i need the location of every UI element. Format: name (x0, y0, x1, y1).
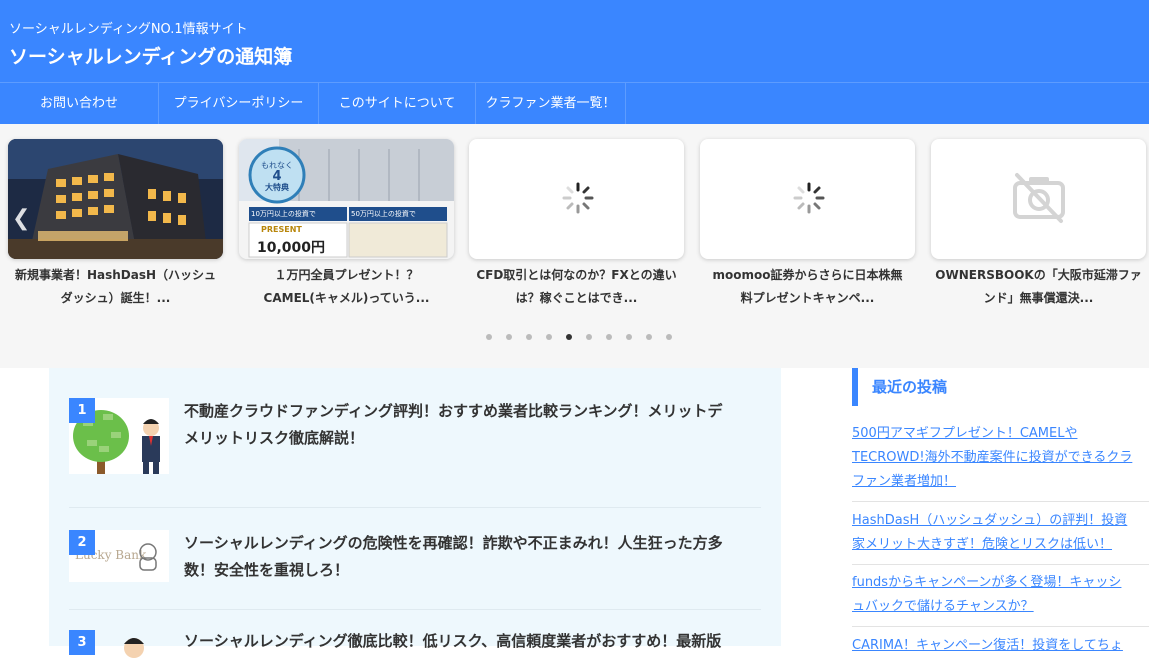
chevron-right-icon[interactable]: ❯ (1124, 206, 1142, 231)
ranking-item-3[interactable]: 3 ソーシャルレンディング徹底比較！低リスク、高信頼度業者がおすすめ！最新版 (69, 620, 761, 660)
carousel-dot[interactable] (606, 334, 612, 340)
carousel-dot[interactable] (626, 334, 632, 340)
loading-spinner-icon (562, 182, 594, 214)
sidebar-heading: 最近の投稿 (852, 368, 1149, 406)
carousel-dot[interactable] (506, 334, 512, 340)
carousel-dot[interactable] (586, 334, 592, 340)
no-image-icon (1013, 173, 1065, 223)
ranking-item-2[interactable]: Lucky Bank 2 ソーシャルレンディングの危険性を再確認！詐欺や不正まみ… (69, 518, 761, 610)
recent-post-link-4[interactable]: CARIMA！キャンペーン復活！投資をしてちょ (852, 634, 1149, 665)
loading-spinner-icon (793, 182, 825, 214)
carousel-card-2[interactable]: もれなく 4 大特典 10万円以上の投資で 50万円以上の投資で PRESENT… (239, 139, 454, 259)
card-2-banner-right: 50万円以上の投資で (351, 210, 416, 218)
carousel-dot[interactable] (486, 334, 492, 340)
carousel-dot[interactable] (666, 334, 672, 340)
nav-item-contact[interactable]: お問い合わせ (0, 83, 159, 124)
carousel-caption-5[interactable]: OWNERSBOOKの「大阪市延滞ファ ンド」無事償還決... (931, 264, 1146, 310)
carousel-card-3[interactable] (469, 139, 684, 259)
rank-badge: 1 (69, 398, 95, 423)
site-header: ソーシャルレンディングNO.1情報サイト ソーシャルレンディングの通知簿 (0, 0, 1149, 82)
recent-post-link-1[interactable]: 500円アマギフプレゼント！CAMELや TECROWD!海外不動産案件に投資が… (852, 422, 1149, 502)
card-2-badge: もれなく 4 大特典 (261, 161, 293, 192)
ranking-title-2[interactable]: ソーシャルレンディングの危険性を再確認！詐欺や不正まみれ！人生狂った方多 数！安… (184, 530, 764, 584)
card-2-amount: 10,000円 (257, 240, 326, 256)
ranking-thumb-3[interactable]: 3 (69, 630, 169, 670)
ranking-thumb-1[interactable]: 1 (69, 398, 169, 474)
nav-item-about[interactable]: このサイトについて (319, 83, 476, 124)
nav-item-crowdfunding-list[interactable]: クラファン業者一覧！ (476, 83, 626, 124)
rank-badge: 3 (69, 630, 95, 655)
carousel-pagination (486, 334, 686, 340)
carousel-card-4[interactable] (700, 139, 915, 259)
carousel-caption-1[interactable]: 新規事業者！HashDasH（ハッシュ ダッシュ）誕生！... (8, 264, 223, 310)
carousel-caption-2[interactable]: １万円全員プレゼント！？ CAMEL(キャメル)っていう... (239, 264, 454, 310)
card-1-photo (8, 139, 223, 259)
ranking-panel: 1 不動産クラウドファンディング評判！おすすめ業者比較ランキング！メリットデ メ… (49, 368, 781, 658)
ranking-thumb-2[interactable]: Lucky Bank 2 (69, 530, 169, 582)
carousel-dot[interactable] (646, 334, 652, 340)
carousel-dot-active[interactable] (566, 334, 572, 340)
ranking-title-3[interactable]: ソーシャルレンディング徹底比較！低リスク、高信頼度業者がおすすめ！最新版 (184, 628, 764, 655)
card-2-banner-left: 10万円以上の投資で (251, 210, 316, 218)
recent-post-link-3[interactable]: fundsからキャンペーンが多く登場！キャッシ ュバックで儲けるチャンスか？ (852, 571, 1149, 627)
carousel-card-5[interactable] (931, 139, 1146, 259)
carousel-caption-4[interactable]: moomoo証券からさらに日本株無 料プレゼントキャンペ... (700, 264, 915, 310)
carousel-dot[interactable] (526, 334, 532, 340)
ranking-title-1[interactable]: 不動産クラウドファンディング評判！おすすめ業者比較ランキング！メリットデ メリッ… (184, 398, 764, 452)
ranking-item-1[interactable]: 1 不動産クラウドファンディング評判！おすすめ業者比較ランキング！メリットデ メ… (69, 398, 761, 508)
global-nav: お問い合わせ プライバシーポリシー このサイトについて クラファン業者一覧！ (0, 82, 1149, 124)
card-2-present-label: PRESENT (261, 225, 302, 234)
carousel-dot[interactable] (546, 334, 552, 340)
recent-post-link-2[interactable]: HashDasH（ハッシュダッシュ）の評判！投資 家メリット大きすぎ！危険とリス… (852, 509, 1149, 565)
featured-carousel: ❮ 新規事業者！HashDasH（ハッシュ ダッシュ）誕生！... もれなく 4… (0, 124, 1149, 368)
chevron-left-icon[interactable]: ❮ (12, 206, 30, 231)
rank-badge: 2 (69, 530, 95, 555)
carousel-caption-3[interactable]: CFD取引とは何なのか？FXとの違い は？稼ぐことはでき... (469, 264, 684, 310)
carousel-card-1[interactable] (8, 139, 223, 259)
nav-item-privacy-policy[interactable]: プライバシーポリシー (159, 83, 319, 124)
site-tagline: ソーシャルレンディングNO.1情報サイト (9, 22, 248, 37)
dog-logo-icon (139, 543, 157, 571)
site-title-link[interactable]: ソーシャルレンディングの通知簿 (9, 42, 292, 69)
